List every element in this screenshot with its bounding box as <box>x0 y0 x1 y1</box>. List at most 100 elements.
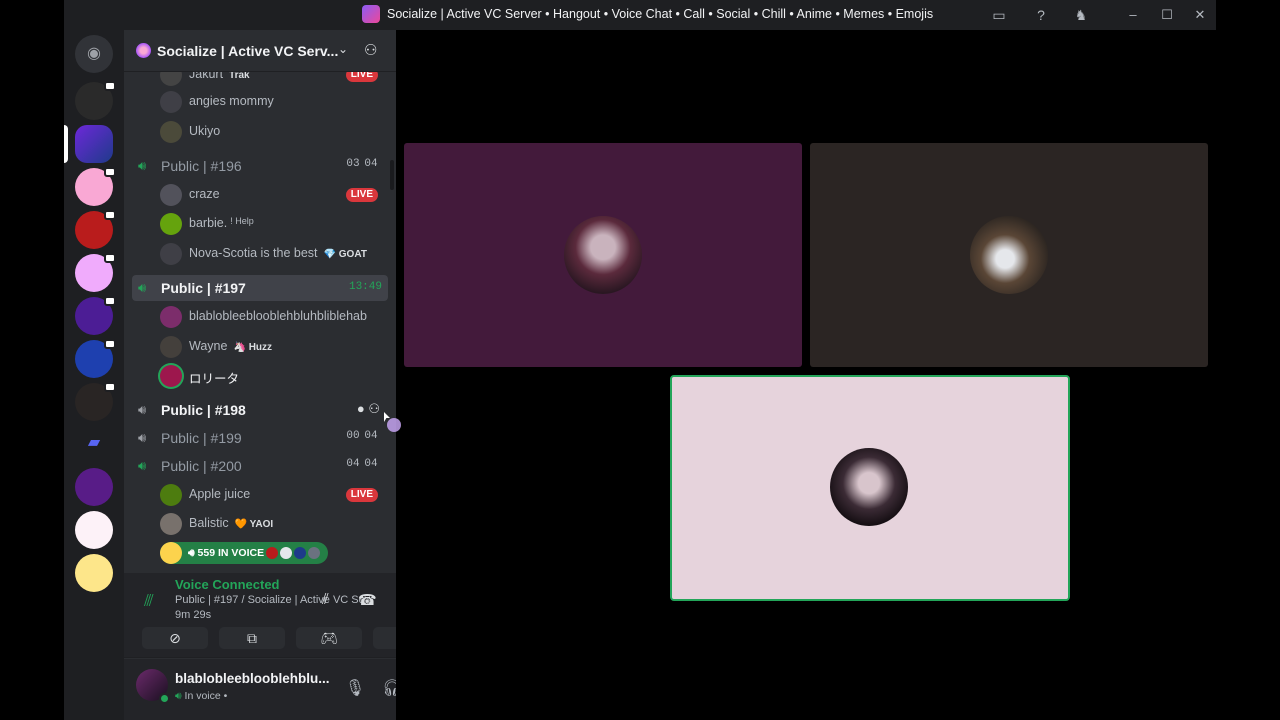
selected-indicator <box>64 125 68 163</box>
voice-connected-panel: ⫻ Voice Connected Public | #197 / Social… <box>124 573 439 658</box>
server-list: ◉ ▰ <box>64 30 124 720</box>
voice-channel-path[interactable]: Public | #197 / Socialize | Active VC Se… <box>175 594 374 606</box>
discord-window: Socialize | Active VC Server • Hangout •… <box>64 0 1216 720</box>
screen-share-button[interactable]: ⧉ <box>219 627 285 649</box>
maximize-button[interactable]: ☐ <box>1152 4 1182 26</box>
minimize-button[interactable]: – <box>1118 4 1148 26</box>
in-voice-pill[interactable]: 🔊︎ 559 IN VOICE <box>160 542 329 564</box>
voice-status-title[interactable]: Voice Connected <box>175 577 280 592</box>
participant-avatar <box>830 448 908 526</box>
invite-icon[interactable]: ⚇ <box>368 401 380 416</box>
server-icon[interactable] <box>75 554 113 592</box>
microphone-icon[interactable]: 🎙︎ <box>344 678 366 698</box>
server-icon[interactable] <box>75 468 113 506</box>
server-icon[interactable] <box>75 253 116 292</box>
live-badge: LIVE <box>345 488 378 502</box>
clyde-icon[interactable]: ♞ <box>1072 6 1090 24</box>
avatar <box>160 213 182 235</box>
avatar <box>160 513 182 535</box>
member-name: blablobleeblooblehbluhbliblehab <box>189 309 367 323</box>
inbox-icon[interactable]: ▭ <box>990 6 1008 24</box>
voice-member[interactable]: Ukiyo <box>160 119 388 145</box>
speaker-icon: 🔊︎ <box>138 158 147 173</box>
voice-member[interactable]: angies mommy <box>160 89 388 115</box>
server-icon[interactable] <box>75 210 116 249</box>
camera-off-button[interactable]: ⊘ <box>142 627 208 649</box>
disconnect-icon[interactable]: ☎ <box>358 591 377 609</box>
channel-timer: 13:49 <box>348 281 382 293</box>
noise-suppression-icon[interactable]: ⫽ <box>322 591 329 608</box>
voice-elapsed-time: 9m 29s <box>175 609 212 621</box>
member-name: Nova-Scotia is the best 💎 GOAT <box>189 246 367 260</box>
voice-channel-199[interactable]: 🔊︎ Public | #199 00 04 <box>132 425 388 451</box>
avatar <box>160 72 182 86</box>
member-name: ロリータ <box>189 372 240 386</box>
server-badge-icon <box>136 43 151 58</box>
scrollbar[interactable] <box>390 160 394 190</box>
server-icon[interactable] <box>75 167 116 206</box>
voice-channel-198[interactable]: 🔊︎ Public | #198 ● ⚇ <box>132 397 388 423</box>
folder-icon[interactable]: ▰ <box>84 435 104 451</box>
avatar <box>160 121 182 143</box>
chat-icon[interactable]: ● <box>357 401 365 416</box>
title-bar: Socialize | Active VC Server • Hangout •… <box>64 0 1216 30</box>
avatar <box>160 184 182 206</box>
voice-member[interactable]: Jakurt Trak LIVE <box>160 72 388 88</box>
avatar <box>160 542 182 564</box>
chevron-down-icon[interactable]: ⌄ <box>338 42 348 56</box>
participant-avatar <box>564 216 642 294</box>
live-badge: LIVE <box>345 72 378 82</box>
window-title: Socialize | Active VC Server • Hangout •… <box>387 7 934 21</box>
participant-tile-speaking[interactable] <box>670 375 1070 601</box>
participant-tile[interactable] <box>810 143 1208 367</box>
member-name: Jakurt Trak <box>189 72 250 81</box>
server-header[interactable]: Socialize | Active VC Serv... ⌄ ⚇ <box>124 30 396 72</box>
channel-actions[interactable]: ● ⚇ <box>357 401 380 417</box>
speaker-icon: 🔊︎ <box>138 430 147 445</box>
voice-channel-197[interactable]: 🔊︎ Public | #197 13:49 <box>132 275 388 301</box>
server-icon[interactable] <box>75 382 116 421</box>
live-badge: LIVE <box>345 188 378 202</box>
server-name: Socialize | Active VC Serv... <box>157 43 339 59</box>
member-name: Apple juice <box>189 487 251 501</box>
avatar <box>160 365 182 387</box>
member-name: angies mommy <box>189 94 274 108</box>
user-count: 00 04 <box>346 430 378 442</box>
server-logo-icon <box>362 5 380 23</box>
direct-messages-icon[interactable]: ◉ <box>75 35 113 73</box>
close-button[interactable]: ✕ <box>1185 4 1215 26</box>
voice-channel-196[interactable]: 🔊︎ Public | #196 03 04 <box>132 153 388 179</box>
voice-member[interactable]: Wayne 🦄 Huzz <box>160 334 388 360</box>
server-icon-socialize[interactable] <box>75 125 113 163</box>
server-icon[interactable] <box>75 511 113 549</box>
participant-tile[interactable] <box>404 143 802 367</box>
signal-icon[interactable]: ⫻ <box>144 593 154 611</box>
voice-member[interactable]: craze LIVE <box>160 182 388 208</box>
voice-member[interactable]: Apple juice LIVE <box>160 482 388 508</box>
channel-name: Public | #200 <box>161 458 242 474</box>
user-panel: blablobleeblooblehblu... 🔊︎ In voice • 🎙… <box>124 659 436 720</box>
help-icon[interactable]: ? <box>1032 6 1050 24</box>
member-name: barbie.! Help <box>189 216 254 230</box>
speaker-icon: 🔊︎ <box>138 280 147 295</box>
voice-member[interactable]: Nova-Scotia is the best 💎 GOAT <box>160 241 388 267</box>
avatar <box>160 336 182 358</box>
avatar <box>160 91 182 113</box>
speaker-icon: 🔊︎ <box>138 402 147 417</box>
invite-people-icon[interactable]: ⚇ <box>364 41 377 59</box>
server-icon[interactable] <box>75 296 116 335</box>
activities-button[interactable]: 🎮︎ <box>296 627 362 649</box>
username[interactable]: blablobleeblooblehblu... <box>175 671 330 686</box>
voice-channel-200[interactable]: 🔊︎ Public | #200 04 04 <box>132 453 388 479</box>
user-count: 03 04 <box>346 158 378 170</box>
server-icon[interactable] <box>75 81 116 120</box>
voice-member[interactable]: Balistic 🧡 YAOI <box>160 511 388 537</box>
server-icon[interactable] <box>75 339 116 378</box>
channel-name: Public | #199 <box>161 430 242 446</box>
voice-member[interactable]: barbie.! Help <box>160 211 388 237</box>
voice-member[interactable]: ロリータ <box>160 363 388 389</box>
avatar <box>160 306 182 328</box>
avatar <box>160 484 182 506</box>
user-status: 🔊︎ In voice • <box>175 690 228 702</box>
voice-member[interactable]: blablobleeblooblehbluhbliblehab <box>160 304 388 330</box>
